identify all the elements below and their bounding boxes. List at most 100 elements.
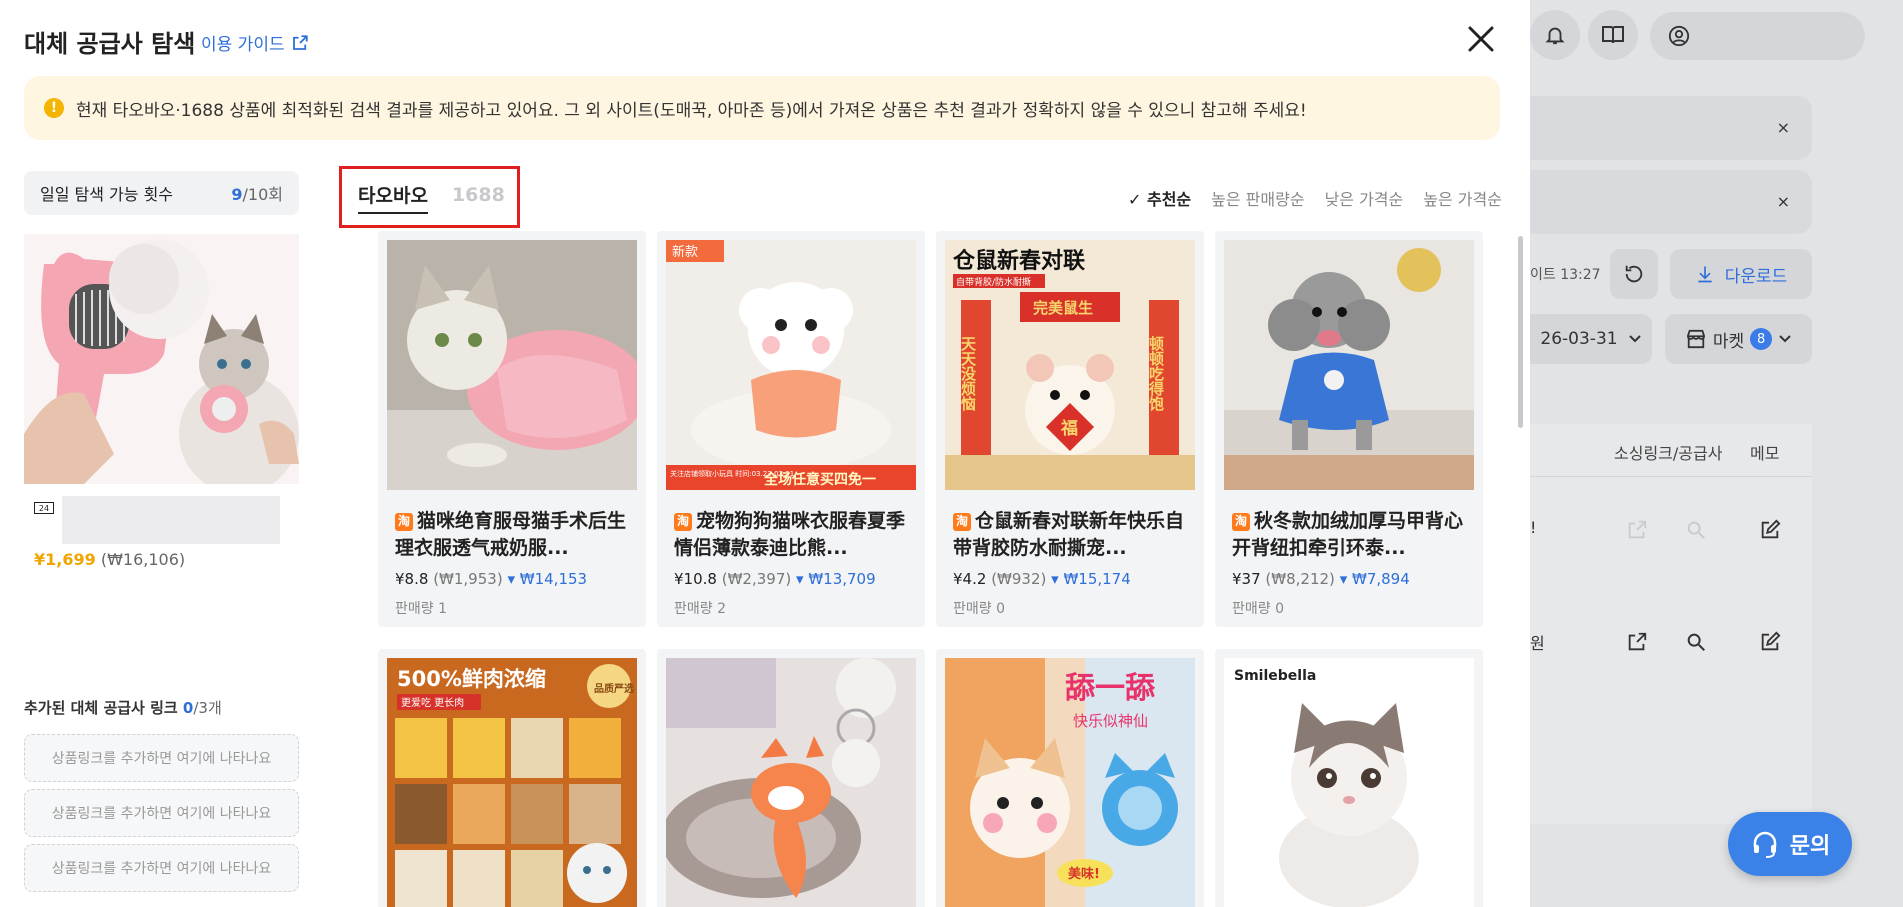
download-label: 다운로드 <box>1724 266 1788 287</box>
sort-low-price[interactable]: 낮은 가격순 <box>1325 186 1404 210</box>
source-product-title-placeholder <box>62 496 280 544</box>
product-card[interactable]: 仓鼠新春对联 自带背胶/防水耐撕 天天没烦恼 顿顿吃得饱 完美鼠生 福 淘 仓鼠… <box>936 231 1204 627</box>
product-title: 淘宠物狗狗猫咪衣服春夏季情侣薄款泰迪比熊... <box>666 508 916 562</box>
table-divider <box>1530 476 1812 477</box>
download-button[interactable]: 다운로드 <box>1670 249 1812 299</box>
refresh-icon <box>1625 265 1643 283</box>
price-cny: ¥37 <box>1232 570 1261 588</box>
product-card[interactable]: 淘秋冬款加绒加厚马甲背心开背纽扣牵引环泰... ¥37 (₩8,212) ▾ ₩… <box>1215 231 1483 627</box>
store-icon <box>1686 329 1705 349</box>
market-count-badge: 8 <box>1750 328 1773 350</box>
scrollbar-thumb[interactable] <box>1518 236 1523 428</box>
product-image: 舔一舔 快乐似神仙 美味! <box>945 658 1195 907</box>
product-title-text: 秋冬款加绒加厚马甲背心开背纽扣牵引环泰... <box>1232 510 1464 559</box>
edit-icon[interactable] <box>1759 631 1781 653</box>
date-filter[interactable]: 26-03-31 <box>1530 314 1652 364</box>
price-krw: (₩8,212) <box>1265 570 1335 588</box>
taobao-icon: 淘 <box>395 512 413 531</box>
market-label: 마켓 <box>1712 331 1745 352</box>
sales-count: 판매량 0 <box>1232 601 1284 617</box>
notification-button[interactable] <box>1530 10 1580 60</box>
image-sub-text: 自带背胶/防水耐撕 <box>956 276 1031 288</box>
sort-recommended[interactable]: ✓ 추천순 <box>1128 186 1191 210</box>
product-price: ¥37 (₩8,212) ▾ ₩7,894 <box>1224 570 1474 588</box>
added-links-text: 추가된 대체 공급사 링크 <box>24 699 178 717</box>
product-card[interactable]: 舔一舔 快乐似神仙 美味! <box>936 649 1204 907</box>
price-down-icon: ▾ <box>1051 570 1059 588</box>
price-difference: ₩15,174 <box>1063 570 1131 588</box>
sort-high-price[interactable]: 높은 가격순 <box>1423 186 1502 210</box>
product-title: 淘秋冬款加绒加厚马甲背心开背纽扣牵引环泰... <box>1224 508 1474 562</box>
image-title-text: 500%鲜肉浓缩 <box>397 667 546 691</box>
search-icon[interactable] <box>1685 519 1707 541</box>
inquiry-button[interactable]: 문의 <box>1728 812 1852 876</box>
row-1-text: ! <box>1530 518 1537 537</box>
product-title-text: 仓鼠新春对联新年快乐自带背胶防水耐撕宠... <box>953 510 1185 559</box>
usage-guide-link[interactable]: 이용 가이드 <box>201 30 309 55</box>
banner-text: 完美鼠生 <box>1033 299 1093 317</box>
inquiry-label: 문의 <box>1789 834 1831 859</box>
product-title: 淘猫咪绝育服母猫手术后生理衣服透气戒奶服... <box>387 508 637 562</box>
external-link-icon <box>292 34 308 50</box>
alternative-supplier-modal: 대체 공급사 탐색 이용 가이드 ! 현재 타오바오·1688 상품에 최적화된… <box>0 0 1530 907</box>
book-icon <box>1602 26 1624 44</box>
product-title-text: 猫咪绝育服母猫手术后生理衣服透气戒奶服... <box>395 510 627 559</box>
warning-icon: ! <box>44 98 64 118</box>
headset-icon <box>1753 831 1776 858</box>
daily-quota-used: 9 <box>231 185 243 204</box>
product-card[interactable]: 新款 关注店铺领取小玩具 时间:03.23-03.31 全场任意买四免一 淘宠物… <box>657 231 925 627</box>
image-bottom-text: 全场任意买四免一 <box>763 471 876 488</box>
background-input-2[interactable]: × <box>1530 170 1812 234</box>
account-menu[interactable] <box>1650 12 1865 60</box>
external-link-icon[interactable] <box>1626 631 1648 653</box>
refresh-button[interactable] <box>1610 249 1658 299</box>
tab-taobao[interactable]: 타오바오 <box>358 181 428 214</box>
guide-book-button[interactable] <box>1588 10 1638 60</box>
product-image: Smilebella <box>1224 658 1474 907</box>
product-image <box>666 658 916 907</box>
image-title-text: 舔一舔 <box>1065 671 1156 706</box>
background-topbar <box>1530 10 1903 62</box>
daily-quota-total: /10회 <box>242 185 283 204</box>
chevron-down-icon <box>1779 335 1791 343</box>
product-image: 新款 关注店铺领取小玩具 时间:03.23-03.31 全场任意买四免一 <box>666 240 916 490</box>
bell-icon <box>1545 27 1565 45</box>
close-icon[interactable] <box>1464 22 1498 56</box>
price-down-icon: ▾ <box>796 570 804 588</box>
modal-title: 대체 공급사 탐색 <box>24 30 196 58</box>
taobao-icon: 淘 <box>953 512 971 531</box>
clear-icon[interactable]: × <box>1777 118 1790 137</box>
price-difference: ₩13,709 <box>808 570 876 588</box>
price-down-icon: ▾ <box>1339 570 1348 588</box>
price-krw: (₩1,953) <box>433 570 503 588</box>
product-image <box>1224 240 1474 490</box>
product-card[interactable] <box>657 649 925 907</box>
product-title: 淘仓鼠新春对联新年快乐自带背胶防水耐撕宠... <box>945 508 1195 562</box>
search-icon[interactable] <box>1685 631 1707 653</box>
product-card[interactable]: Smilebella <box>1215 649 1483 907</box>
edit-icon[interactable] <box>1759 519 1781 541</box>
market-filter[interactable]: 마켓 8 <box>1665 314 1812 364</box>
last-update-text: 이트 13:27 <box>1530 267 1601 283</box>
background-input-1[interactable]: × <box>1530 96 1812 160</box>
column-header-sourcing: 소싱링크/공급사 <box>1614 444 1723 463</box>
row-2-text: 원 <box>1530 634 1545 653</box>
product-title-text: 宠物狗狗猫咪衣服春夏季情侣薄款泰迪比熊... <box>674 510 906 559</box>
check-icon: ✓ <box>1128 190 1142 209</box>
clear-icon[interactable]: × <box>1777 192 1790 211</box>
daily-search-quota: 일일 탐색 가능 횟수 9/10회 <box>24 171 299 215</box>
price-down-icon: ▾ <box>507 570 515 588</box>
product-price: ¥8.8 (₩1,953) ▾ ₩14,153 <box>387 570 637 588</box>
tab-1688[interactable]: 1688 <box>452 184 505 210</box>
product-card[interactable]: 淘猫咪绝育服母猫手术后生理衣服透气戒奶服... ¥8.8 (₩1,953) ▾ … <box>378 231 646 627</box>
sales-count: 판매량 1 <box>395 601 447 617</box>
empty-link-slot: 상품링크를 추가하면 여기에 나타나요 <box>24 789 299 837</box>
sort-high-sales[interactable]: 높은 판매량순 <box>1211 186 1304 210</box>
price-krw: (₩932) <box>991 570 1047 588</box>
external-link-icon[interactable] <box>1626 519 1648 541</box>
image-tag-text: 新款 <box>672 244 698 260</box>
product-image <box>387 240 637 490</box>
sort-options: ✓ 추천순 높은 판매량순 낮은 가격순 높은 가격순 <box>1128 186 1502 210</box>
product-card[interactable]: 500%鲜肉浓缩 更爱吃 更长肉 品质严选 <box>378 649 646 907</box>
download-icon <box>1698 266 1712 283</box>
